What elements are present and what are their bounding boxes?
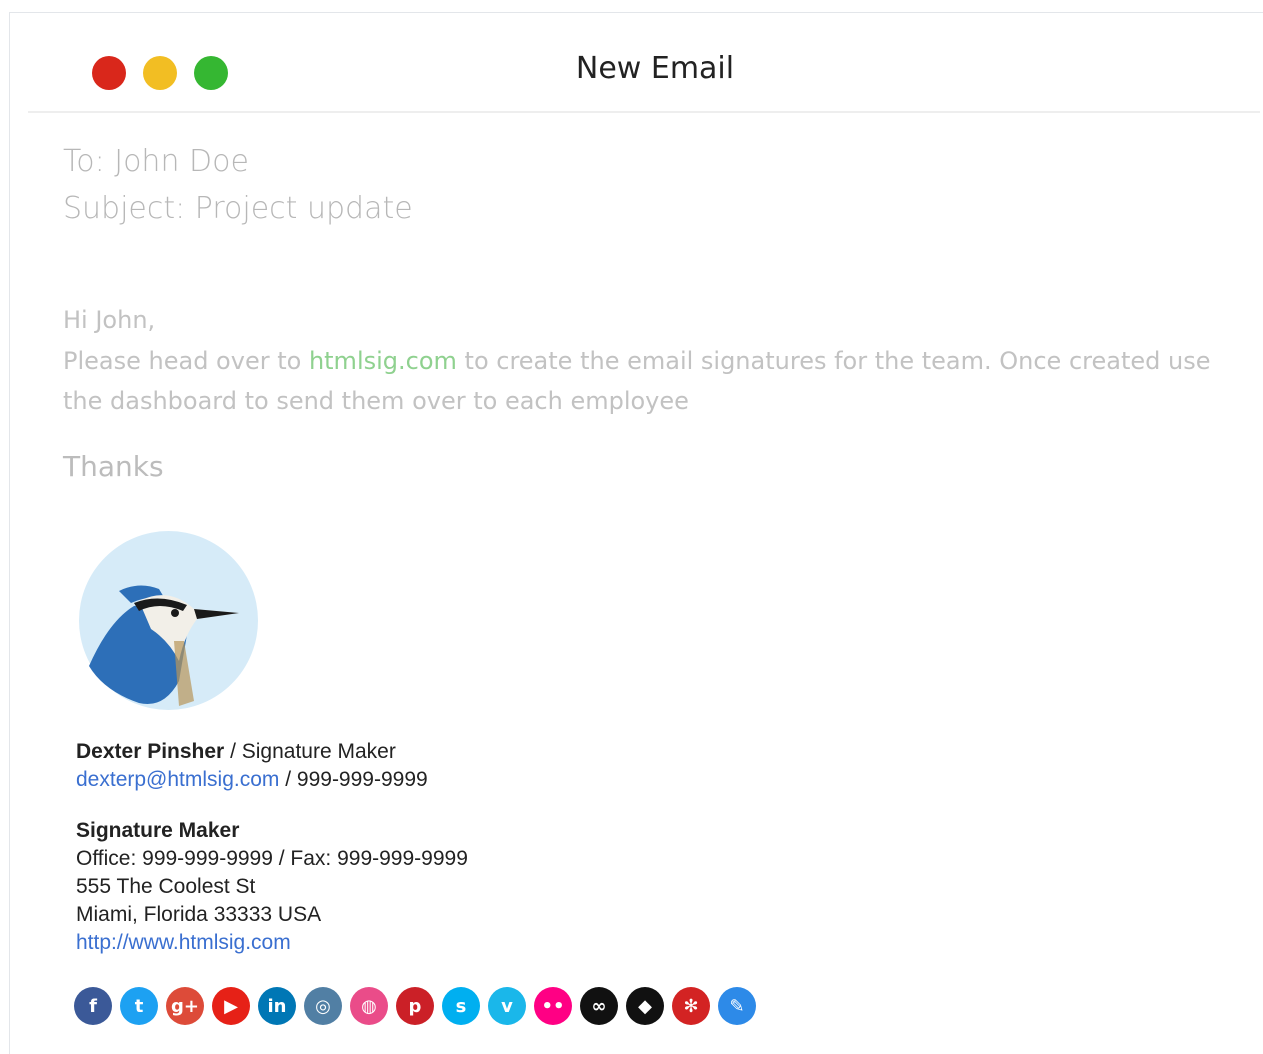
google-plus-icon[interactable]: g+ <box>166 987 204 1025</box>
pinterest-icon[interactable]: p <box>396 987 434 1025</box>
signature-name: Dexter Pinsher <box>76 740 225 763</box>
flickr-icon[interactable]: •• <box>534 987 572 1025</box>
email-body-paragraph: Please head over to htmlsig.com to creat… <box>63 341 1223 421</box>
signature-role: Signature Maker <box>241 740 396 763</box>
dribbble-icon[interactable]: ◍ <box>350 987 388 1025</box>
signature-phone: 999-999-9999 <box>296 768 428 791</box>
avatar-blue-jay <box>79 531 258 710</box>
to-field[interactable]: To: John Doe <box>63 144 249 179</box>
yelp-icon[interactable]: ✻ <box>672 987 710 1025</box>
signature-name-line: Dexter Pinsher / Signature Maker <box>76 738 428 766</box>
signature-website-link[interactable]: http://www.htmlsig.com <box>76 931 291 954</box>
email-greeting: Hi John, <box>63 306 156 334</box>
instagram-icon[interactable]: ◎ <box>304 987 342 1025</box>
vimeo-icon[interactable]: v <box>488 987 526 1025</box>
youtube-icon[interactable]: ▶ <box>212 987 250 1025</box>
skype-icon[interactable]: s <box>442 987 480 1025</box>
signature-contact-line: dexterp@htmlsig.com / 999-999-9999 <box>76 766 428 794</box>
signature-website-line: http://www.htmlsig.com <box>76 929 468 957</box>
subject-field[interactable]: Subject: Project update <box>63 191 413 226</box>
twitter-icon[interactable]: t <box>120 987 158 1025</box>
signature-block-personal: Dexter Pinsher / Signature Maker dexterp… <box>76 738 428 794</box>
signature-street: 555 The Coolest St <box>76 875 256 898</box>
signature-company-name: Signature Maker <box>76 819 240 842</box>
facebook-icon[interactable]: f <box>74 987 112 1025</box>
signature-name-separator: / <box>224 740 242 763</box>
body-text-before-link: Please head over to <box>63 347 309 375</box>
signature-block-company: Signature Maker Office: 999-999-9999 / F… <box>76 817 468 957</box>
signature-city-line: Miami, Florida 33333 USA <box>76 903 322 926</box>
github-icon[interactable]: ◆ <box>626 987 664 1025</box>
signature-email-link[interactable]: dexterp@htmlsig.com <box>76 768 279 791</box>
linkedin-icon[interactable]: in <box>258 987 296 1025</box>
email-closing: Thanks <box>63 450 164 483</box>
infinity-icon[interactable]: ∞ <box>580 987 618 1025</box>
body-link[interactable]: htmlsig.com <box>309 347 457 375</box>
delicious-icon[interactable]: ✎ <box>718 987 756 1025</box>
window-title: New Email <box>575 51 735 86</box>
signature-company: Signature Maker <box>76 817 468 845</box>
social-icons-row: f t g+ ▶ in ◎ ◍ p s v •• ∞ ◆ ✻ ✎ <box>74 987 756 1025</box>
signature-phone-separator: / <box>279 768 297 791</box>
signature-office-line: Office: 999-999-9999 / Fax: 999-999-9999 <box>76 847 468 870</box>
